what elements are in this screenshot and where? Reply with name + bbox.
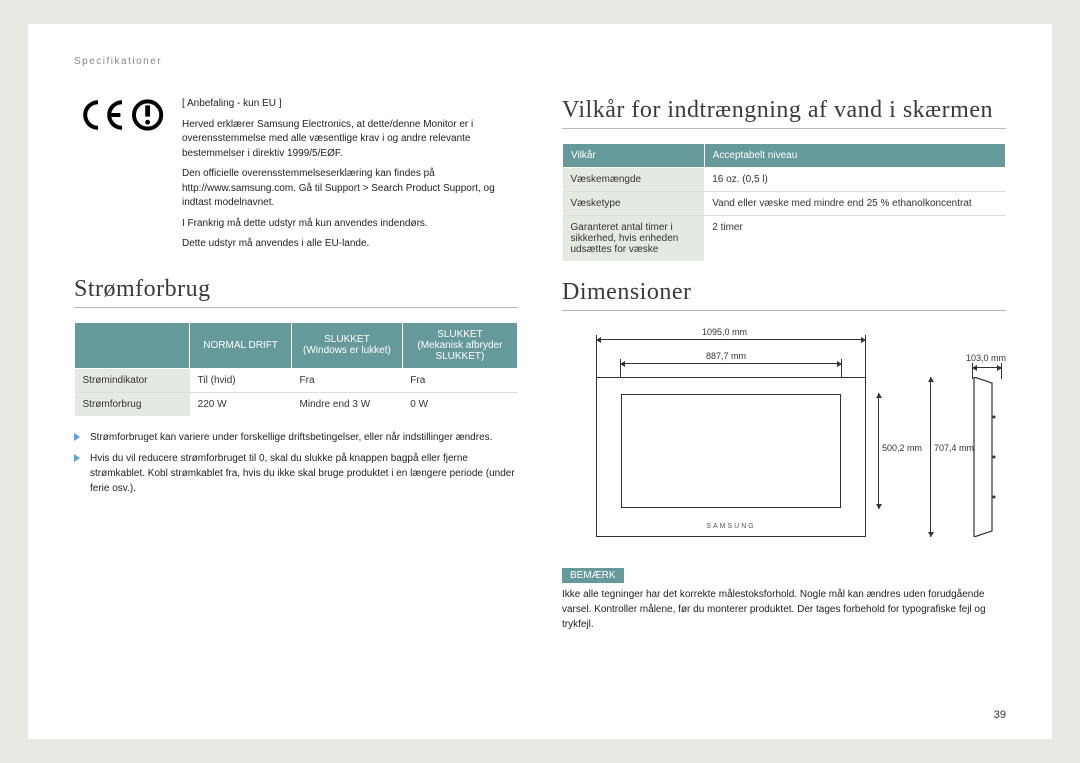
- table-row: Garanteret antal timer i sikkerhed, hvis…: [563, 216, 1006, 262]
- cell: 220 W: [190, 392, 292, 416]
- brand-label: SAMSUNG: [597, 523, 865, 530]
- dim-outer-width: 1095,0 mm: [702, 327, 747, 337]
- left-column: [ Anbefaling - kun EU ] Herved erklærer …: [74, 97, 518, 632]
- water-table: Vilkår Acceptabelt niveau Væskemængde 16…: [562, 143, 1006, 261]
- th-off2-line1: SLUKKET: [437, 329, 483, 340]
- dim-arrow-inner-height: [878, 393, 879, 509]
- heading-dimensions: Dimensioner: [562, 279, 1006, 311]
- table-row: Strømindikator Til (hvid) Fra Fra: [75, 368, 518, 392]
- th-vilkaar: Vilkår: [563, 144, 705, 168]
- dim-outer-height: 707,4 mm: [934, 443, 974, 453]
- ce-text-block: [ Anbefaling - kun EU ] Herved erklærer …: [182, 97, 518, 258]
- table-row: Væskemængde 16 oz. (0,5 l): [563, 168, 1006, 192]
- cell: 0 W: [402, 392, 517, 416]
- page-number: 39: [994, 709, 1006, 721]
- row-label: Væskemængde: [563, 168, 705, 192]
- ce-paragraph: Dette udstyr må anvendes i alle EU-lande…: [182, 237, 518, 252]
- monitor-front-icon: SAMSUNG: [596, 377, 866, 537]
- dim-inner-height: 500,2 mm: [882, 443, 922, 453]
- table-row: Strømforbrug 220 W Mindre end 3 W 0 W: [75, 392, 518, 416]
- row-label: Garanteret antal timer i sikkerhed, hvis…: [563, 216, 705, 262]
- row-label: Væsketype: [563, 192, 705, 216]
- cell: Fra: [402, 368, 517, 392]
- th-off1-line2: (Windows er lukket): [303, 345, 391, 356]
- breadcrumb: Specifikationer: [74, 56, 1006, 67]
- th-normal: NORMAL DRIFT: [190, 322, 292, 368]
- cell: Mindre end 3 W: [292, 392, 403, 416]
- heading-water: Vilkår for indtrængning af vand i skærme…: [562, 97, 1006, 129]
- bullet: Hvis du vil reducere strømforbruget til …: [74, 451, 518, 496]
- th-off2: SLUKKET (Mekanisk afbryder SLUKKET): [402, 322, 517, 368]
- right-column: Vilkår for indtrængning af vand i skærme…: [562, 97, 1006, 632]
- cell: Vand eller væske med mindre end 25 % eth…: [704, 192, 1005, 216]
- cell: 16 oz. (0,5 l): [704, 168, 1005, 192]
- th-acceptable: Acceptabelt niveau: [704, 144, 1005, 168]
- ce-paragraph: Den officielle overensstemmelseserklærin…: [182, 167, 518, 211]
- dimension-diagram: 1095,0 mm 887,7 mm SAMSUNG 500,2 mm 707,…: [562, 325, 1006, 550]
- cell: Til (hvid): [190, 368, 292, 392]
- dim-arrow-outer-height: [930, 377, 931, 537]
- ce-declaration: [ Anbefaling - kun EU ] Herved erklærer …: [74, 97, 518, 258]
- note-tag: BEMÆRK: [562, 568, 624, 583]
- th-blank: [75, 322, 190, 368]
- th-off1-line1: SLUKKET: [324, 334, 370, 345]
- dim-arrow-depth: [972, 367, 1002, 368]
- ce-paragraph: I Frankrig må dette udstyr må kun anvend…: [182, 217, 518, 232]
- ce-mark-icon: [74, 97, 170, 133]
- row-label: Strømforbrug: [75, 392, 190, 416]
- power-notes: Strømforbruget kan variere under forskel…: [74, 430, 518, 496]
- bullet: Strømforbruget kan variere under forskel…: [74, 430, 518, 445]
- cell: 2 timer: [704, 216, 1005, 262]
- two-column-layout: [ Anbefaling - kun EU ] Herved erklærer …: [74, 97, 1006, 632]
- dim-inner-width: 887,7 mm: [706, 351, 746, 361]
- manual-page: Specifikationer [ Anbefal: [28, 24, 1052, 739]
- ce-paragraph: Herved erklærer Samsung Electronics, at …: [182, 118, 518, 162]
- th-off2-line2: (Mekanisk afbryder SLUKKET): [417, 340, 502, 362]
- note-text: Ikke alle tegninger har det korrekte mål…: [562, 587, 1006, 632]
- table-row: Væsketype Vand eller væske med mindre en…: [563, 192, 1006, 216]
- row-label: Strømindikator: [75, 368, 190, 392]
- dim-depth: 103,0 mm: [966, 353, 1006, 363]
- dim-arrow-inner-width: [620, 363, 842, 364]
- dim-arrow-outer-width: [596, 339, 866, 340]
- power-table: NORMAL DRIFT SLUKKET (Windows er lukket)…: [74, 322, 518, 416]
- th-off1: SLUKKET (Windows er lukket): [292, 322, 403, 368]
- monitor-side-icon: [972, 377, 1002, 537]
- heading-power: Strømforbrug: [74, 276, 518, 308]
- ce-title: [ Anbefaling - kun EU ]: [182, 97, 518, 112]
- cell: Fra: [292, 368, 403, 392]
